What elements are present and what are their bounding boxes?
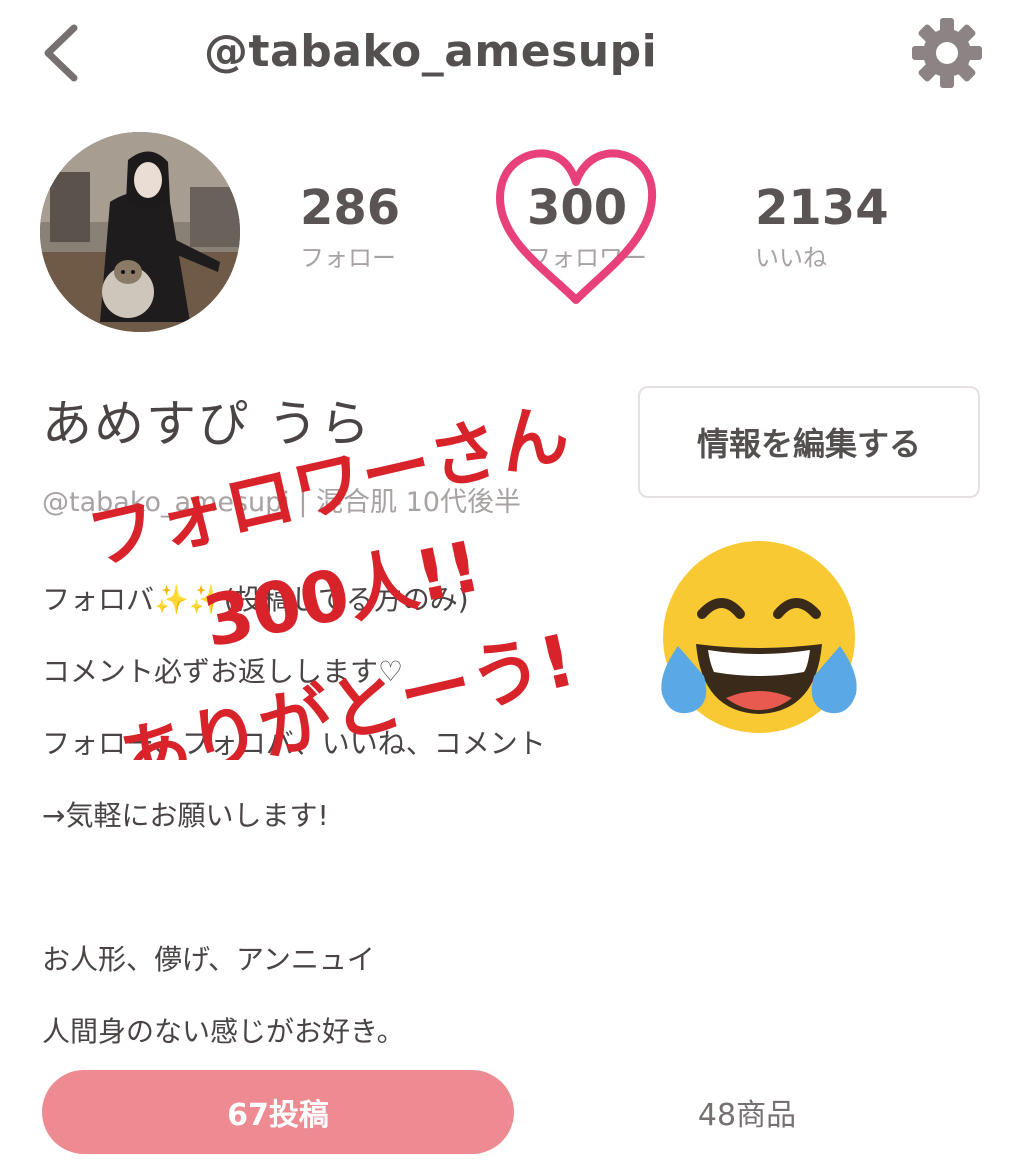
page-title: @tabako_amesupi — [204, 26, 658, 77]
bio-line: お人形、儚げ、アンニュイ — [42, 943, 375, 976]
tears-of-joy-emoji — [661, 541, 857, 733]
likes-label: いいね — [755, 244, 827, 272]
gear-icon[interactable] — [910, 16, 984, 90]
follow-count: 286 — [300, 180, 401, 236]
handwritten-message: フォロワーさん 300人!! ありがとーう! — [80, 391, 583, 760]
chevron-left-icon[interactable] — [36, 22, 88, 84]
bio-line: →気軽にお願いします! — [42, 799, 329, 832]
follow-label: フォロー — [300, 244, 396, 272]
bio-line — [42, 858, 642, 930]
avatar[interactable] — [40, 132, 240, 332]
stat-likes[interactable]: 2134 いいね — [755, 180, 889, 278]
top-bar: @tabako_amesupi — [0, 0, 1024, 110]
likes-count: 2134 — [755, 180, 889, 236]
tab-items[interactable]: 48商品 — [640, 1070, 854, 1154]
tab-posts[interactable]: 67投稿 — [42, 1070, 514, 1154]
stat-follow[interactable]: 286 フォロー — [300, 180, 400, 278]
bio-line: 人間身のない感じがお好き。 — [42, 1015, 405, 1048]
heart-outline-icon — [496, 149, 657, 304]
message-line-3: ありがとーう! — [111, 618, 583, 760]
message-line-1: フォロワーさん — [80, 391, 576, 581]
